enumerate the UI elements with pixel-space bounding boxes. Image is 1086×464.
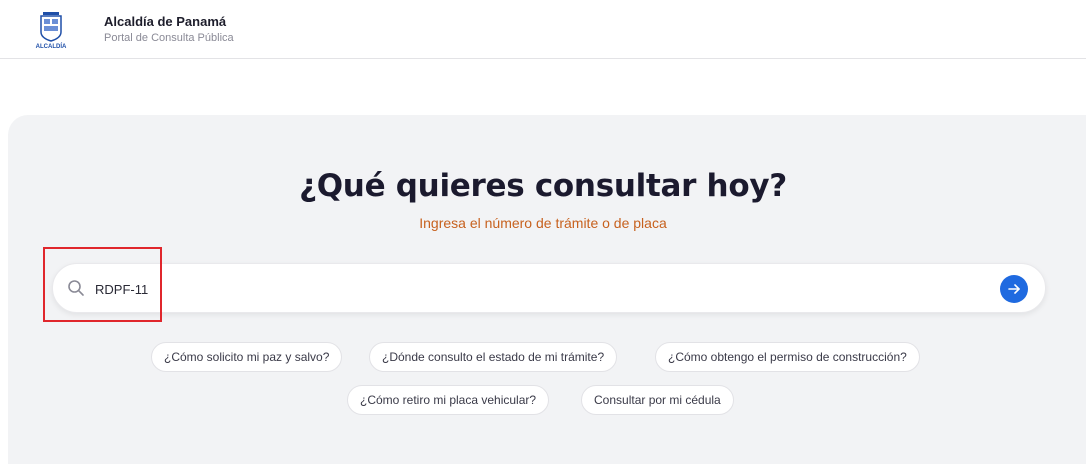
- suggestion-chip-estado-tramite[interactable]: ¿Dónde consulto el estado de mi trámite?: [369, 342, 618, 372]
- suggestion-chip-placa-vehicular[interactable]: ¿Cómo retiro mi placa vehicular?: [347, 385, 550, 415]
- highlight-box: [43, 247, 162, 322]
- hero-subtitle: Ingresa el número de trámite o de placa: [419, 215, 667, 231]
- arrow-right-icon: [1008, 284, 1020, 294]
- suggestion-chip-cedula[interactable]: Consultar por mi cédula: [581, 385, 734, 415]
- search-input[interactable]: [93, 275, 977, 303]
- search-bar: [52, 263, 1046, 313]
- alcaldia-logo[interactable]: ALCALDÍA: [31, 10, 71, 50]
- search-submit-button[interactable]: [1000, 275, 1028, 303]
- svg-text:ALCALDÍA: ALCALDÍA: [36, 42, 67, 50]
- suggestion-chip-paz-y-salvo[interactable]: ¿Cómo solicito mi paz y salvo?: [151, 342, 343, 372]
- hero-title: ¿Qué quieres consultar hoy?: [299, 168, 787, 204]
- suggestion-chip-permiso-construccion[interactable]: ¿Cómo obtengo el permiso de construcción…: [655, 342, 920, 372]
- brand-title: Alcaldía de Panamá: [104, 14, 227, 29]
- brand-subtitle: Portal de Consulta Pública: [104, 32, 234, 44]
- top-header: ALCALDÍA Alcaldía de Panamá Portal de Co…: [0, 0, 1086, 59]
